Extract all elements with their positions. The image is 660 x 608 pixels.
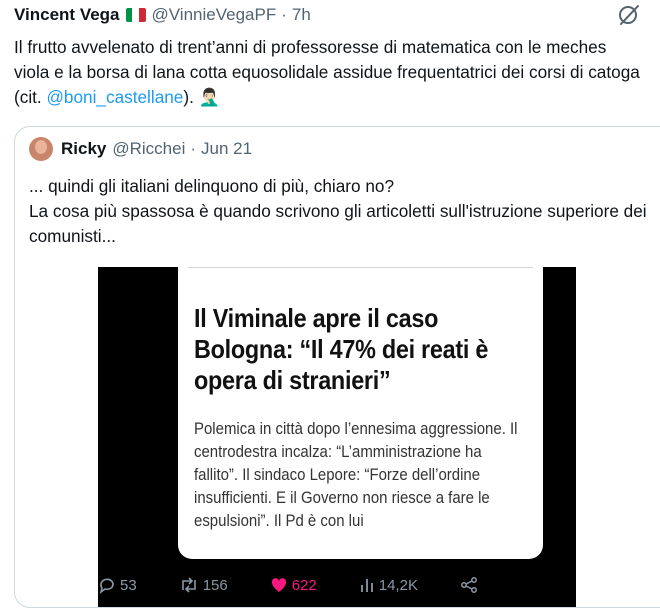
facepalm-emoji: 🤦🏻‍♂️ — [198, 87, 221, 107]
separator: · — [190, 139, 197, 158]
tweet-text: Il frutto avvelenato di trent’anni di pr… — [14, 35, 644, 110]
news-card: Il Viminale apre il caso Bologna: “Il 47… — [178, 267, 543, 559]
quoted-tweet-text: ... quindi gli italiani delinquono di pi… — [29, 174, 649, 249]
retweet-icon — [181, 577, 196, 593]
tweet: Vincent Vega @VinnieVegaPF · 7h Il frutt… — [0, 0, 660, 608]
retweet-count: 156 — [202, 576, 228, 594]
italy-flag-icon — [125, 8, 146, 22]
like-action: 622 — [270, 576, 317, 594]
reply-icon — [99, 578, 114, 594]
share-icon — [461, 577, 477, 593]
news-headline: Il Viminale apre il caso Bologna: “Il 47… — [194, 303, 489, 395]
media-action-bar: 53 156 622 14,2K — [98, 573, 558, 597]
divider — [188, 267, 533, 268]
author-handle[interactable]: @VinnieVegaPF — [152, 5, 277, 25]
reply-count: 53 — [120, 576, 137, 594]
reply-action: 53 — [98, 576, 137, 594]
timestamp[interactable]: 7h — [292, 5, 311, 25]
views-count: 14,2K — [378, 576, 418, 594]
quoted-date[interactable]: Jun 21 — [201, 139, 252, 159]
quoted-media-image[interactable]: Il Viminale apre il caso Bologna: “Il 47… — [98, 267, 576, 607]
quoted-text-line: La cosa più spassosa è quando scrivono g… — [29, 201, 647, 246]
quoted-tweet[interactable]: Ricky @Ricchei · Jun 21 ... quindi gli i… — [14, 126, 660, 608]
share-action — [460, 576, 482, 594]
quoted-text-line: ... quindi gli italiani delinquono di pi… — [29, 176, 395, 196]
news-summary: Polemica in città dopo l’ennesima aggres… — [194, 419, 518, 530]
heart-icon — [271, 578, 286, 592]
mention-link[interactable]: @boni_castellane — [46, 87, 183, 107]
quoted-tweet-header: Ricky @Ricchei · Jun 21 — [29, 137, 252, 161]
views-action: 14,2K — [359, 576, 418, 594]
tweet-text-part: ). — [183, 87, 199, 107]
like-count: 622 — [291, 576, 317, 594]
separator: · — [281, 5, 287, 24]
avatar[interactable] — [29, 137, 53, 161]
quoted-author-name[interactable]: Ricky — [61, 139, 106, 159]
quoted-author-handle[interactable]: @Ricchei — [112, 139, 185, 159]
author-name[interactable]: Vincent Vega — [14, 5, 120, 25]
grok-icon[interactable] — [616, 2, 642, 28]
retweet-action: 156 — [179, 576, 228, 594]
views-icon — [360, 579, 373, 592]
tweet-header: Vincent Vega @VinnieVegaPF · 7h — [14, 4, 646, 26]
